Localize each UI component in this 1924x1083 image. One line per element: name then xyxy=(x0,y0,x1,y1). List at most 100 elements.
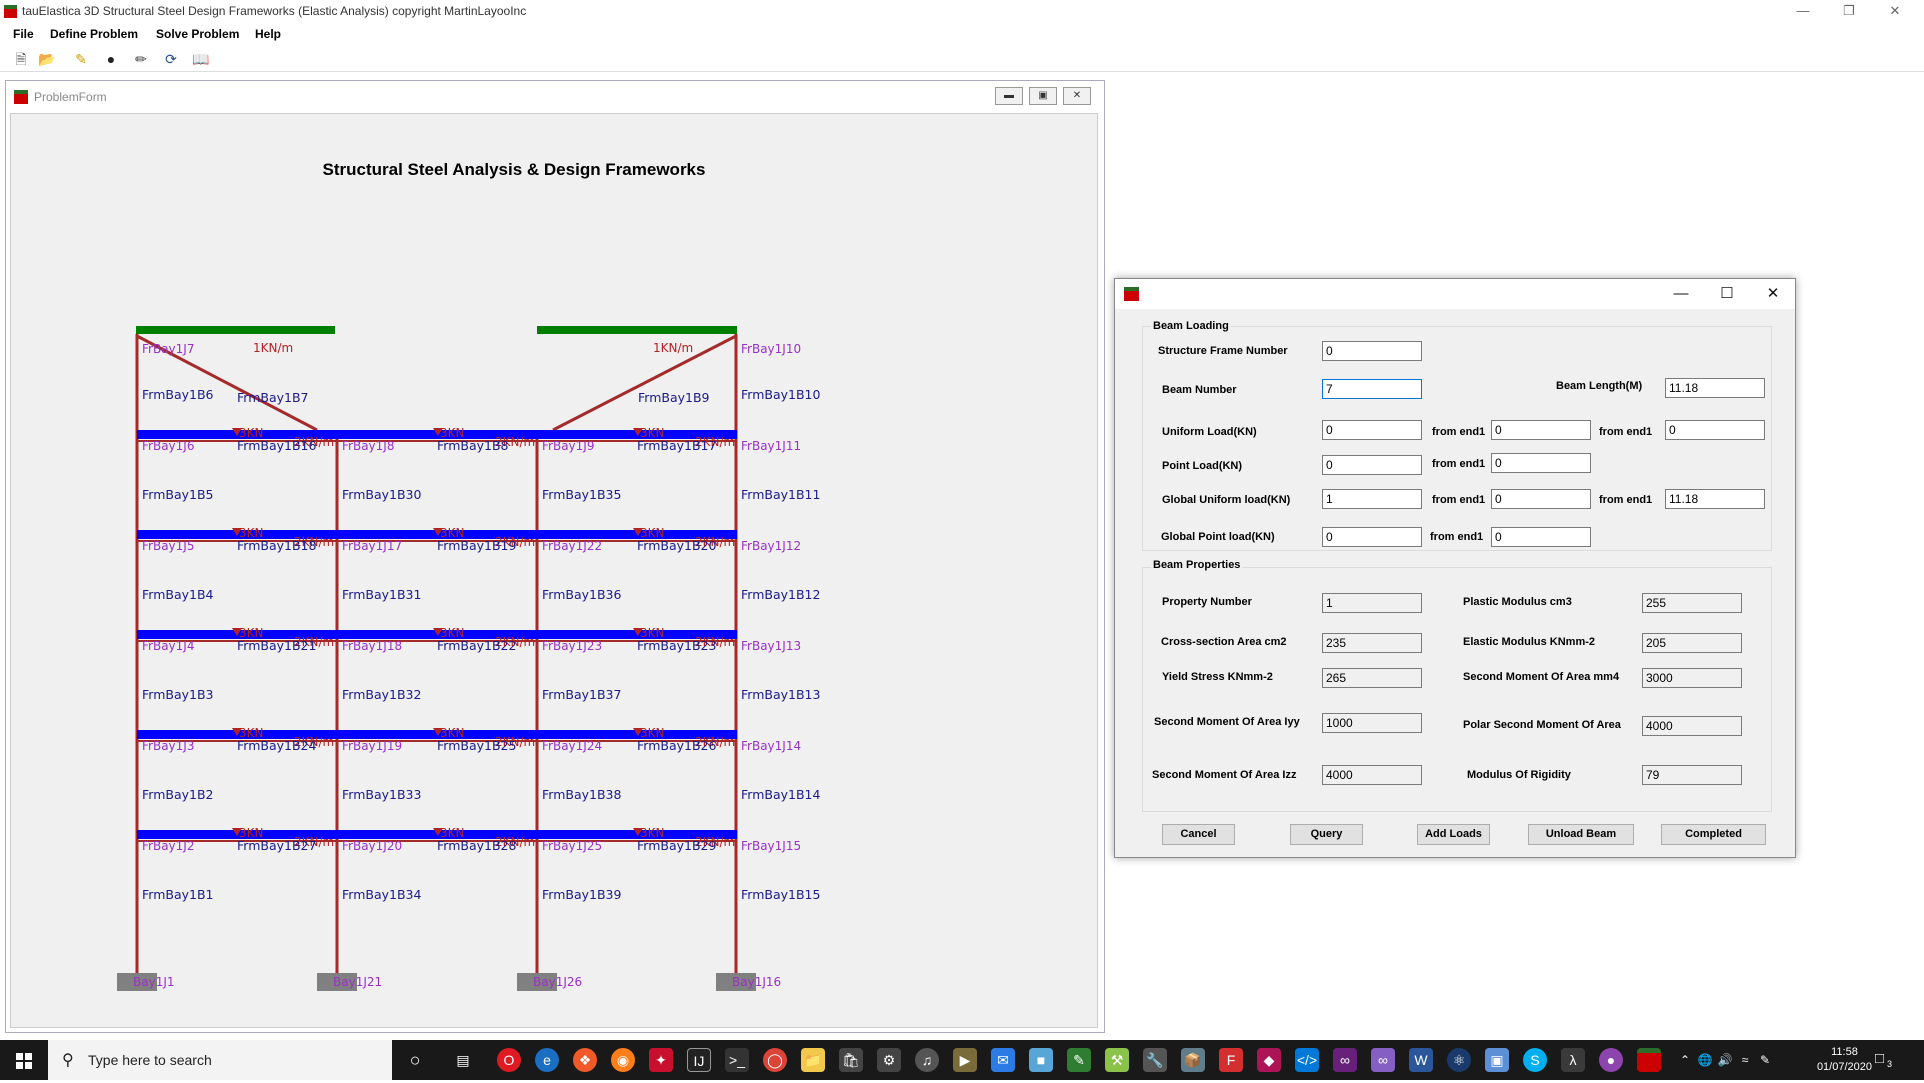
close-button[interactable]: ✕ xyxy=(1872,0,1918,23)
second-moment-area-mm4-input[interactable]: 3000 xyxy=(1642,668,1742,688)
uniform-load-input[interactable]: 0 xyxy=(1322,420,1422,440)
menu-solve-problem[interactable]: Solve Problem xyxy=(156,27,239,41)
column-member-label: FrmBay1B15 xyxy=(741,887,820,902)
yield-stress-input[interactable]: 265 xyxy=(1322,668,1422,688)
add-loads-button[interactable]: Add Loads xyxy=(1417,824,1490,845)
notification-icon[interactable]: □ 3 xyxy=(1875,1050,1897,1070)
edge-icon[interactable]: e xyxy=(535,1048,559,1072)
second-moment-iyy-input[interactable]: 1000 xyxy=(1322,713,1422,733)
beam-member-label: FrmBay1B23 xyxy=(637,638,716,653)
windows-start-icon[interactable] xyxy=(0,1040,48,1080)
menu-help[interactable]: Help xyxy=(255,27,281,41)
blue-app-icon[interactable]: ■ xyxy=(1029,1048,1053,1072)
opera-icon[interactable]: O xyxy=(497,1048,521,1072)
menu-file[interactable]: File xyxy=(13,27,34,41)
beam-number-input[interactable]: 7 xyxy=(1322,379,1422,399)
structure-frame-number-input[interactable]: 0 xyxy=(1322,341,1422,361)
pen-icon[interactable]: ✎ xyxy=(1753,1048,1777,1072)
dialog-maximize-button[interactable]: ☐ xyxy=(1705,282,1749,306)
visual-studio-preview-icon[interactable]: ∞ xyxy=(1371,1048,1395,1072)
joint-label: FrBay1J3 xyxy=(142,739,194,753)
task-view-icon[interactable]: ▤ xyxy=(451,1048,475,1072)
dragon-icon[interactable]: ✦ xyxy=(649,1048,673,1072)
store-icon[interactable]: 🛍 xyxy=(839,1048,863,1072)
global-point-load-input[interactable]: 0 xyxy=(1322,527,1422,547)
global-uniform-load-from1-input[interactable]: 0 xyxy=(1491,489,1591,509)
tools-icon[interactable]: ⚒ xyxy=(1105,1048,1129,1072)
new-file-icon[interactable]: 🗎 xyxy=(12,50,30,68)
toolbar: 🗎 📂 ✎ ● ✏ ⟳ 📖 xyxy=(0,46,1924,72)
vscode-icon[interactable]: </> xyxy=(1295,1048,1319,1072)
mail-icon[interactable]: ✉ xyxy=(991,1048,1015,1072)
brush-icon[interactable]: ✏ xyxy=(132,50,150,68)
skype-icon[interactable]: S xyxy=(1523,1048,1547,1072)
beam-member-label: FrmBay1B20 xyxy=(637,538,716,553)
menu-define-problem[interactable]: Define Problem xyxy=(50,27,138,41)
refresh-icon[interactable]: ⟳ xyxy=(162,50,180,68)
swift-icon[interactable]: ❖ xyxy=(573,1048,597,1072)
plastic-modulus-input[interactable]: 255 xyxy=(1642,593,1742,613)
minimize-button[interactable]: — xyxy=(1780,0,1826,23)
visual-studio-icon[interactable]: ∞ xyxy=(1333,1048,1357,1072)
taskbar-search-box[interactable]: ⚲ Type here to search xyxy=(48,1040,392,1080)
pf-minimize-button[interactable]: ▬ xyxy=(995,87,1023,105)
cube-icon[interactable]: ▣ xyxy=(1485,1048,1509,1072)
itunes-icon[interactable]: ♫ xyxy=(915,1048,939,1072)
terminal-icon[interactable]: >_ xyxy=(725,1048,749,1072)
global-uniform-load-from2-label: from end1 xyxy=(1599,494,1653,506)
globe-app-icon[interactable]: ⚛ xyxy=(1447,1048,1471,1072)
bell-icon[interactable]: ● xyxy=(102,50,120,68)
book-icon[interactable]: 📖 xyxy=(192,50,210,68)
notepad-icon[interactable]: ✎ xyxy=(1067,1048,1091,1072)
drop-app-icon[interactable]: ● xyxy=(1599,1048,1623,1072)
elastic-modulus-input[interactable]: 205 xyxy=(1642,633,1742,653)
cross-section-area-input[interactable]: 235 xyxy=(1322,633,1422,653)
dialog-minimize-button[interactable]: — xyxy=(1659,282,1703,306)
global-uniform-load-from2-input[interactable]: 11.18 xyxy=(1665,489,1765,509)
intellij-icon[interactable]: IJ xyxy=(687,1048,711,1072)
settings-gear-icon[interactable]: ⚙ xyxy=(877,1048,901,1072)
word-icon[interactable]: W xyxy=(1409,1048,1433,1072)
unload-beam-button[interactable]: Unload Beam xyxy=(1528,824,1634,845)
tauelastica-taskbar-icon[interactable] xyxy=(1637,1048,1661,1072)
media-player-icon[interactable]: ▶ xyxy=(953,1048,977,1072)
app-titlebar: tauElastica 3D Structural Steel Design F… xyxy=(0,0,1924,23)
completed-button[interactable]: Completed xyxy=(1661,824,1766,845)
cortana-icon[interactable]: ○ xyxy=(403,1048,427,1072)
uniform-load-from1-label: from end1 xyxy=(1432,426,1486,438)
frame-drawing: 3KN2KN/m3KN2KN/m3KN2KN/m3KN2KN/m3KN2KN/m… xyxy=(117,326,820,991)
pf-close-button[interactable]: ✕ xyxy=(1063,87,1091,105)
wrench-icon[interactable]: 🔧 xyxy=(1143,1048,1167,1072)
polar-second-moment-input[interactable]: 4000 xyxy=(1642,716,1742,736)
query-button[interactable]: Query xyxy=(1290,824,1363,845)
lambda-icon[interactable]: λ xyxy=(1561,1048,1585,1072)
filezilla-icon[interactable]: F xyxy=(1219,1048,1243,1072)
global-uniform-load-input[interactable]: 1 xyxy=(1322,489,1422,509)
uniform-load-from2-input[interactable]: 0 xyxy=(1665,420,1765,440)
column-member-label: FrmBay1B32 xyxy=(342,687,421,702)
point-load-from1-input[interactable]: 0 xyxy=(1491,453,1591,473)
dialog-close-button[interactable]: ✕ xyxy=(1751,282,1795,306)
app-title: tauElastica 3D Structural Steel Design F… xyxy=(22,4,527,18)
point-load-input[interactable]: 0 xyxy=(1322,455,1422,475)
chrome-icon[interactable]: ◯ xyxy=(763,1048,787,1072)
taskbar-clock[interactable]: 11:58 01/07/2020 xyxy=(1817,1045,1872,1075)
cancel-button[interactable]: Cancel xyxy=(1162,824,1235,845)
pencil-icon[interactable]: ✎ xyxy=(72,50,90,68)
uniform-load-from1-input[interactable]: 0 xyxy=(1491,420,1591,440)
firefox-icon[interactable]: ◉ xyxy=(611,1048,635,1072)
open-folder-icon[interactable]: 📂 xyxy=(38,50,56,68)
beam-member-label: FrmBay1B27 xyxy=(237,838,316,853)
pf-maximize-button[interactable]: ▣ xyxy=(1029,87,1057,105)
second-moment-izz-input[interactable]: 4000 xyxy=(1322,765,1422,785)
property-number-input[interactable]: 1 xyxy=(1322,593,1422,613)
global-point-load-from1-input[interactable]: 0 xyxy=(1491,527,1591,547)
restore-button[interactable]: ❐ xyxy=(1826,0,1872,23)
archive-icon[interactable]: 📦 xyxy=(1181,1048,1205,1072)
joint-label: FrBay1J23 xyxy=(542,639,602,653)
ruby-icon[interactable]: ◆ xyxy=(1257,1048,1281,1072)
beam-member-label: FrmBay1B29 xyxy=(637,838,716,853)
file-explorer-icon[interactable]: 📁 xyxy=(801,1048,825,1072)
modulus-rigidity-input[interactable]: 79 xyxy=(1642,765,1742,785)
beam-length-input[interactable]: 11.18 xyxy=(1665,378,1765,398)
